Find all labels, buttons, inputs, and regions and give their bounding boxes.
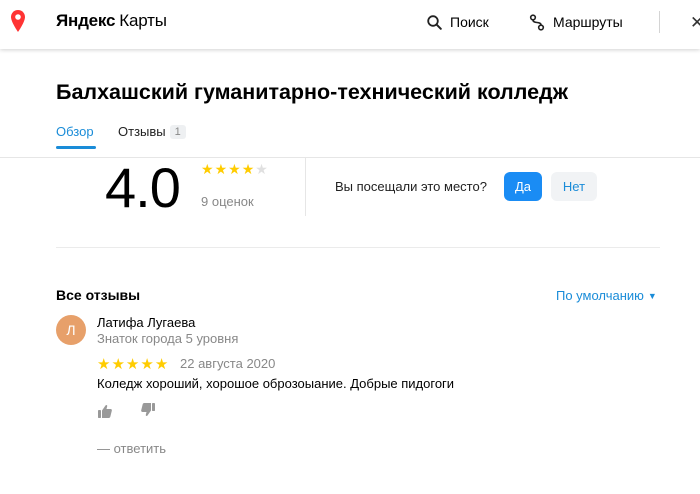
tab-reviews-label: Отзывы: [118, 124, 166, 139]
star-icon: ★: [111, 356, 125, 373]
section-divider: [56, 247, 660, 248]
reply-link[interactable]: — ответить: [97, 441, 166, 456]
route-icon: [529, 13, 545, 31]
search-label: Поиск: [450, 14, 489, 30]
thumbs-up-icon[interactable]: [97, 403, 113, 419]
search-button[interactable]: Поиск: [427, 12, 489, 32]
review-stars: ★ ★ ★ ★ ★: [97, 357, 168, 372]
tab-overview[interactable]: Обзор: [56, 124, 96, 149]
reviews-count-badge: 1: [169, 125, 186, 139]
tab-overview-label: Обзор: [56, 124, 94, 139]
topbar-divider: [659, 11, 660, 33]
votes-count: 9 оценок: [201, 194, 254, 209]
close-icon[interactable]: ✕: [690, 13, 700, 33]
rating-divider: [305, 158, 306, 216]
visited-yes-button[interactable]: Да: [504, 172, 542, 201]
star-icon: ★: [255, 161, 268, 177]
routes-button[interactable]: Маршруты: [529, 12, 623, 32]
sort-dropdown[interactable]: По умолчанию ▼: [556, 288, 657, 303]
rating-value: 4.0: [105, 156, 181, 219]
caret-down-icon: ▼: [647, 291, 657, 301]
routes-label: Маршруты: [553, 14, 623, 30]
star-icon: ★: [228, 161, 241, 177]
app-logo[interactable]: Яндекс Карты: [56, 11, 167, 31]
map-pin-icon[interactable]: [11, 10, 25, 32]
star-icon: ★: [97, 356, 111, 373]
sort-label: По умолчанию: [556, 288, 644, 303]
avatar[interactable]: Л: [56, 315, 86, 345]
active-tab-indicator: [56, 146, 96, 149]
page-title: Балхашский гуманитарно-технический колле…: [56, 80, 568, 104]
star-icon: ★: [201, 161, 214, 177]
reviews-heading: Все отзывы: [56, 287, 141, 303]
logo-brand: Яндекс: [56, 11, 116, 30]
author-level: Знаток города 5 уровня: [97, 331, 239, 346]
review-date: 22 августа 2020: [180, 356, 276, 371]
review-text: Коледж хороший, хорошое оброзоыание. Доб…: [97, 376, 455, 391]
rating-stars: ★ ★ ★ ★ ★: [201, 162, 268, 176]
star-icon: ★: [154, 356, 169, 373]
star-icon: ★: [140, 356, 154, 373]
visit-question: Вы посещали это место?: [335, 179, 487, 194]
tab-reviews[interactable]: Отзывы 1: [118, 124, 186, 139]
logo-product: Карты: [119, 11, 167, 30]
top-bar: Яндекс Карты Поиск Маршруты ✕: [0, 0, 700, 49]
review-author[interactable]: Латифа Лугаева: [97, 315, 195, 330]
star-icon: ★: [241, 161, 255, 177]
visited-no-button[interactable]: Нет: [551, 172, 597, 201]
thumbs-down-icon[interactable]: [140, 402, 156, 418]
star-icon: ★: [214, 161, 228, 177]
star-icon: ★: [125, 356, 140, 373]
search-icon: [427, 14, 442, 30]
